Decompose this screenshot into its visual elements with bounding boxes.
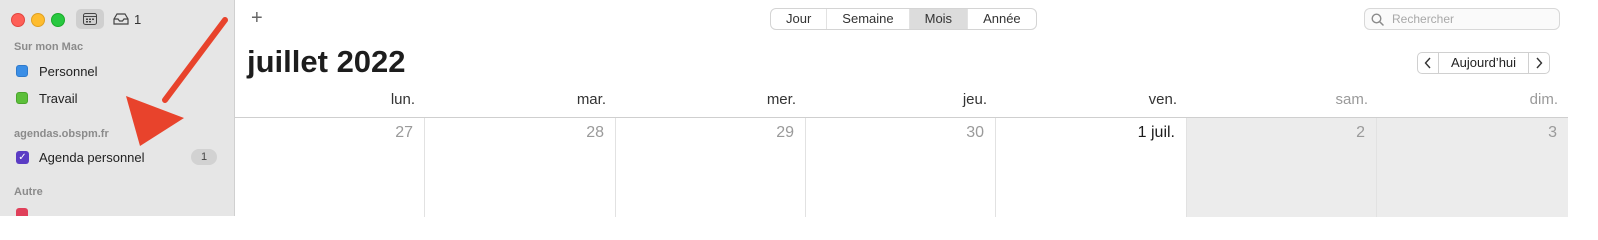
weekday-label: mar. [576, 91, 606, 108]
tab-jour[interactable]: Jour [771, 9, 828, 29]
month-grid: 27 28 29 30 1 juil. 2 3 [235, 117, 1568, 217]
weekday-label: ven. [1148, 91, 1177, 108]
next-month-button[interactable] [1528, 52, 1551, 74]
date-navigation: Aujourd’hui [1417, 52, 1551, 74]
search-input[interactable] [1390, 11, 1554, 27]
previous-month-button[interactable] [1417, 52, 1439, 74]
day-number: 30 [966, 124, 984, 141]
day-number: 29 [776, 124, 794, 141]
day-cell[interactable]: 1 juil. [996, 118, 1187, 217]
add-event-button[interactable]: + [251, 7, 263, 29]
day-cell[interactable]: 27 [235, 118, 425, 217]
chevron-left-icon [1424, 57, 1431, 69]
chevron-right-icon [1536, 57, 1543, 69]
day-cell[interactable]: 29 [616, 118, 806, 217]
weekday-label: sam. [1335, 91, 1368, 108]
weekday-header: lun. mar. mer. jeu. ven. sam. dim. [235, 91, 1568, 111]
day-number: 28 [586, 124, 604, 141]
day-cell[interactable]: 30 [806, 118, 996, 217]
day-number: 1 juil. [1137, 124, 1175, 141]
tab-mois[interactable]: Mois [909, 9, 969, 29]
weekday-label: mer. [766, 91, 796, 108]
red-arrow-annotation [126, 17, 228, 146]
today-button[interactable]: Aujourd’hui [1439, 52, 1529, 74]
view-switcher: Jour Semaine Mois Année [770, 8, 1037, 30]
day-cell[interactable]: 28 [425, 118, 616, 217]
search-icon [1371, 12, 1384, 26]
search-field[interactable] [1364, 8, 1560, 30]
weekday-label: lun. [390, 91, 415, 108]
day-cell[interactable]: 2 [1187, 118, 1377, 217]
day-number: 2 [1356, 124, 1365, 141]
main-calendar-area: + Jour Semaine Mois Année juillet 2022 A… [235, 0, 1598, 217]
tab-semaine[interactable]: Semaine [827, 9, 910, 29]
weekday-label: jeu. [962, 91, 987, 108]
day-number: 3 [1548, 124, 1557, 141]
day-cell[interactable]: 3 [1377, 118, 1568, 217]
day-number: 27 [395, 124, 413, 141]
month-title: juillet 2022 [247, 44, 406, 79]
tab-annee[interactable]: Année [968, 9, 1036, 29]
weekday-label: dim. [1529, 91, 1558, 108]
